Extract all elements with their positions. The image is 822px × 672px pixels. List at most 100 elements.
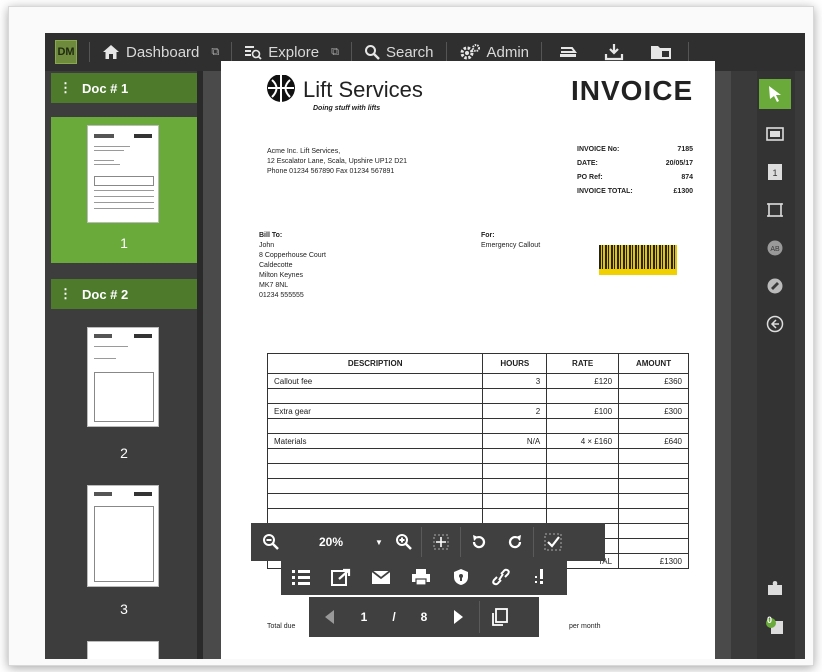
page-thumbnail-3[interactable] bbox=[87, 485, 159, 587]
copy-pages-button[interactable] bbox=[480, 597, 520, 637]
actions-toolbar bbox=[281, 559, 567, 595]
page-thumbnail-2[interactable] bbox=[87, 327, 159, 427]
triangle-right-icon bbox=[454, 610, 463, 624]
table-row bbox=[266, 463, 689, 479]
share-button[interactable] bbox=[321, 559, 361, 595]
zoom-in-button[interactable] bbox=[387, 523, 421, 561]
thumbnail-page-number: 3 bbox=[120, 601, 128, 617]
zoom-in-icon bbox=[396, 534, 412, 550]
nav-divider bbox=[350, 42, 352, 62]
list-icon bbox=[292, 570, 310, 585]
external-link-icon[interactable]: ⧉ bbox=[211, 46, 219, 59]
nav-divider bbox=[688, 42, 690, 62]
share-icon bbox=[331, 568, 351, 586]
zoom-out-icon bbox=[263, 534, 279, 550]
download-icon[interactable] bbox=[604, 43, 624, 61]
link-button[interactable] bbox=[481, 559, 521, 595]
print-button[interactable] bbox=[401, 559, 441, 595]
thumbnail-image bbox=[87, 125, 159, 223]
footer-text-fragment-2: per month bbox=[569, 623, 601, 630]
rotate-left-icon bbox=[472, 535, 486, 549]
alert-button[interactable] bbox=[521, 559, 561, 595]
table-row bbox=[266, 418, 689, 434]
page-thumbnail-1[interactable]: 1 bbox=[51, 117, 197, 263]
svg-text:1: 1 bbox=[772, 168, 777, 178]
ocr-button[interactable]: AB bbox=[759, 233, 791, 263]
page-number-button[interactable]: 1 bbox=[759, 157, 791, 187]
notes-button[interactable]: 0 bbox=[759, 611, 791, 641]
home-icon bbox=[102, 44, 120, 60]
select-pointer-button[interactable] bbox=[759, 79, 791, 109]
zoom-toolbar: 20% ▼ bbox=[251, 523, 605, 561]
nav-explore[interactable]: Explore ⧉ bbox=[244, 44, 339, 61]
zoom-dropdown-arrow[interactable]: ▼ bbox=[371, 523, 387, 561]
invoice-title: INVOICE bbox=[571, 75, 694, 106]
copy-icon bbox=[492, 608, 508, 626]
external-link-icon[interactable]: ⧉ bbox=[331, 46, 339, 59]
window-frame: DM Dashboard ⧉ Explore ⧉ Search Admin ⋮ … bbox=[8, 6, 814, 666]
stamp-button[interactable] bbox=[759, 271, 791, 301]
zoom-level-select[interactable]: 20% bbox=[291, 523, 371, 561]
email-button[interactable] bbox=[361, 559, 401, 595]
nav-divider bbox=[231, 42, 233, 62]
more-vertical-icon[interactable]: ⋮ bbox=[59, 286, 72, 302]
search-icon bbox=[364, 44, 380, 60]
folder-icon[interactable] bbox=[650, 43, 672, 61]
fit-page-icon bbox=[766, 127, 784, 141]
zoom-level-value: 20% bbox=[318, 535, 344, 549]
nav-search[interactable]: Search bbox=[364, 44, 434, 61]
current-page-input[interactable]: 1 bbox=[349, 597, 379, 637]
doc-2-label: Doc # 2 bbox=[82, 286, 129, 302]
explore-icon bbox=[244, 44, 262, 60]
check-selection-icon bbox=[544, 533, 562, 551]
zoom-out-button[interactable] bbox=[251, 523, 291, 561]
rotate-right-icon bbox=[508, 535, 522, 549]
shield-icon bbox=[454, 569, 468, 585]
crop-button[interactable] bbox=[759, 195, 791, 225]
company-logo-icon bbox=[267, 75, 295, 102]
scan-icon[interactable] bbox=[558, 44, 578, 60]
nav-admin[interactable]: Admin bbox=[459, 43, 529, 61]
cursor-arrow-icon bbox=[769, 86, 781, 102]
nav-divider bbox=[445, 42, 447, 62]
back-button[interactable] bbox=[759, 309, 791, 339]
table-row bbox=[266, 448, 689, 464]
crop-icon bbox=[767, 203, 783, 217]
pan-button[interactable] bbox=[422, 523, 460, 561]
fit-page-button[interactable] bbox=[759, 119, 791, 149]
email-icon bbox=[371, 570, 391, 584]
nav-search-label: Search bbox=[385, 43, 434, 61]
plugin-button[interactable] bbox=[759, 573, 791, 603]
table-row bbox=[266, 508, 689, 524]
doc-2-header[interactable]: ⋮ Doc # 2 bbox=[51, 279, 197, 309]
page-number-icon: 1 bbox=[768, 164, 782, 180]
nav-divider bbox=[541, 42, 543, 62]
printer-icon bbox=[412, 569, 430, 586]
more-vertical-icon[interactable]: ⋮ bbox=[59, 80, 72, 96]
puzzle-icon bbox=[768, 581, 782, 595]
total-pages: 8 bbox=[420, 610, 428, 624]
rotate-left-button[interactable] bbox=[461, 523, 497, 561]
security-button[interactable] bbox=[441, 559, 481, 595]
pan-move-icon bbox=[433, 534, 449, 550]
nav-dashboard[interactable]: Dashboard ⧉ bbox=[102, 44, 219, 61]
list-view-button[interactable] bbox=[281, 559, 321, 595]
page-separator: / bbox=[392, 610, 396, 624]
previous-page-button[interactable] bbox=[309, 597, 349, 637]
select-area-button[interactable] bbox=[534, 523, 572, 561]
alert-icon bbox=[535, 569, 543, 584]
table-row: Extra gear 2 £100 £300 bbox=[266, 403, 689, 419]
rotate-right-button[interactable] bbox=[497, 523, 533, 561]
svg-text:AB: AB bbox=[770, 246, 780, 253]
doc-1-header[interactable]: ⋮ Doc # 1 bbox=[51, 73, 197, 103]
footer-text-fragment: Total due bbox=[267, 623, 296, 630]
app-logo[interactable]: DM bbox=[55, 40, 77, 64]
arrow-left-circle-icon bbox=[766, 315, 784, 333]
triangle-left-icon bbox=[325, 610, 334, 624]
company-name: Lift Services bbox=[303, 77, 423, 102]
page-thumbnail-4[interactable] bbox=[87, 641, 159, 659]
next-page-button[interactable] bbox=[439, 597, 479, 637]
barcode-highlight bbox=[599, 269, 677, 275]
company-tagline: Doing stuff with lifts bbox=[313, 105, 381, 112]
nav-explore-label: Explore bbox=[268, 43, 320, 61]
